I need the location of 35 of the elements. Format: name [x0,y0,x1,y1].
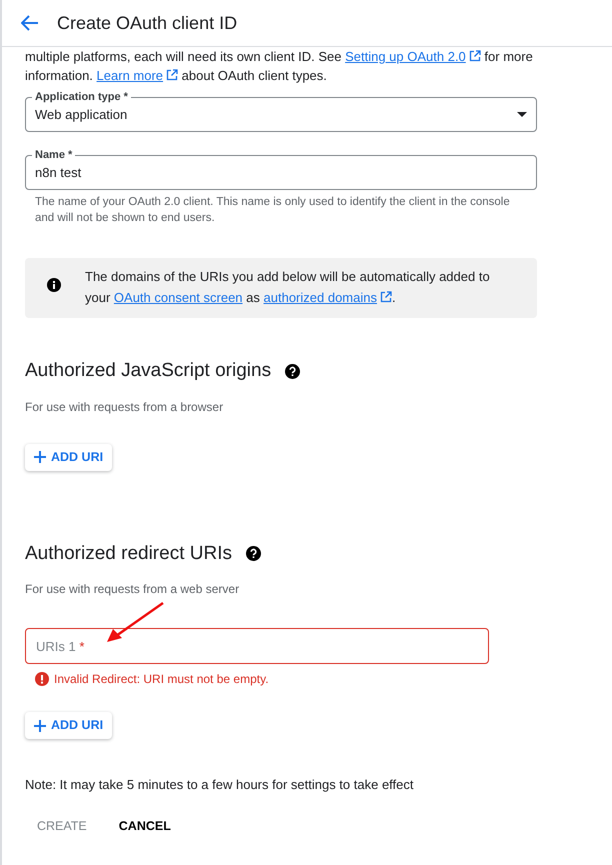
section-heading: Authorized redirect URIs [25,542,232,566]
hint-text: The name of your OAuth 2.0 client. This name is only used to identify the client in the console and will not be shown to end users. [34,195,511,226]
external-link-icon[interactable] [380,291,392,303]
link[interactable]: Learn more [96,68,164,83]
link[interactable]: OAuth consent screen [114,290,243,305]
link[interactable]: Setting up OAuth 2.0 [345,49,466,64]
back-arrow-icon[interactable] [21,15,39,31]
add-uri-button[interactable]: ADD URI [25,444,112,471]
page-title: Create OAuth client ID [57,12,238,34]
field-label: Application type * [32,90,131,104]
field-placeholder: URIs 1 * [36,638,84,656]
section-heading: Authorized JavaScript origins [25,360,272,383]
intro-text: multiple platforms, each will need its own client ID. See Setting up OAuth 2.0 for more [25,48,534,66]
uri-field[interactable]: URIs 1 * [25,628,489,664]
help-icon[interactable] [246,546,261,562]
info-icon [47,278,61,292]
section-subtitle: For use with requests from a web server [25,581,240,598]
field-value: n8n test [35,164,82,182]
error-message: Invalid Redirect: URI must not be empty. [54,671,269,688]
cancel-button[interactable]: CANCEL [106,810,183,842]
external-link-icon[interactable] [468,50,481,62]
external-link-icon[interactable] [166,69,178,81]
dropdown-caret-icon[interactable] [517,112,527,117]
field-value: Web application [35,106,128,124]
link[interactable]: authorized domains [264,290,377,305]
annotation-arrow [104,600,166,644]
plus-icon [34,451,46,464]
section-subtitle: For use with requests from a browser [25,398,224,416]
help-icon[interactable] [285,364,300,379]
note-text: Note: It may take 5 minutes to a few hours for settings to take effect [25,776,415,794]
plus-icon [34,720,46,732]
intro-text: information. Learn more about OAuth client types. [25,67,328,85]
notice-text: The domains of the URIs you add below will be automatically added to your OAuth consent screen as authorized domains . [85,268,491,307]
add-uri-button[interactable]: ADD URI [25,712,112,740]
error-icon [35,672,49,686]
